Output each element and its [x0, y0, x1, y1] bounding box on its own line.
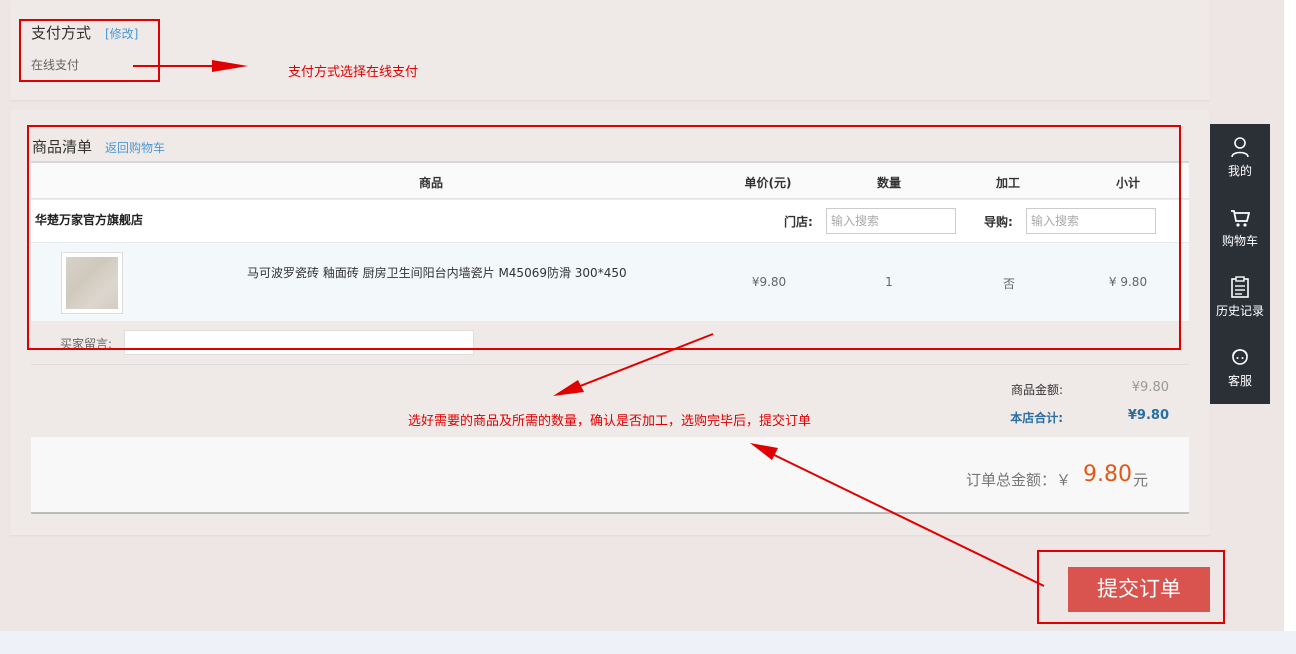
annotation-box-payment — [19, 19, 160, 82]
floating-sidebar: 我的 购物车 历史记录 客服 — [1210, 124, 1270, 404]
annotation-box-product-list — [27, 125, 1181, 350]
annotation-box-submit — [1037, 550, 1225, 624]
annotation-note-products: 选好需要的商品及所需的数量，确认是否加工，选购完毕后，提交订单 — [408, 414, 812, 429]
sidebar-item-mine[interactable]: 我的 — [1210, 124, 1270, 194]
sidebar-item-service[interactable]: 客服 — [1210, 334, 1270, 404]
order-total-band: 订单总金额：￥ 9.80 元 — [31, 437, 1189, 514]
headset-icon — [1232, 349, 1248, 365]
store-total-label: 本店合计: — [1010, 411, 1063, 425]
annotation-note-payment: 支付方式选择在线支付 — [288, 65, 419, 80]
right-edge-strip — [1284, 0, 1296, 631]
sidebar-item-label: 我的 — [1227, 164, 1252, 178]
sidebar-item-label: 客服 — [1227, 374, 1252, 388]
cart-icon — [1231, 210, 1250, 227]
order-total-unit: 元 — [1133, 471, 1149, 489]
sidebar-item-history[interactable]: 历史记录 — [1210, 264, 1270, 334]
order-total-value: 9.80 — [1083, 462, 1132, 487]
goods-amount-value: ¥9.80 — [1131, 380, 1169, 395]
user-icon — [1231, 137, 1249, 158]
order-total-label: 订单总金额：￥ — [966, 471, 1072, 489]
memo-divider — [31, 364, 1189, 365]
clipboard-icon — [1231, 276, 1249, 298]
sidebar-item-cart[interactable]: 购物车 — [1210, 194, 1270, 264]
sidebar-item-label: 购物车 — [1221, 234, 1258, 248]
store-total-value: ¥9.80 — [1127, 408, 1169, 423]
goods-amount-label: 商品金额: — [1010, 383, 1063, 397]
sidebar-item-label: 历史记录 — [1215, 304, 1264, 318]
payment-section — [10, 0, 1210, 100]
